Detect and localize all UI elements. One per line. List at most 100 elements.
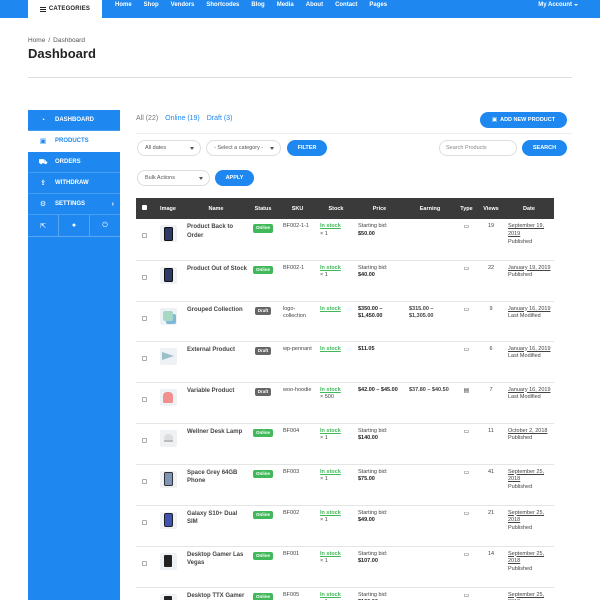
product-name-link[interactable]: Variable Product <box>187 388 234 394</box>
product-thumbnail[interactable] <box>159 225 177 242</box>
sidebar-item-products[interactable]: ▣ PRODUCTS <box>28 131 120 152</box>
nav-link-pages[interactable]: Pages <box>369 2 387 8</box>
row-checkbox[interactable] <box>142 274 147 280</box>
column-header-name: Name <box>183 198 249 219</box>
status-badge: Online <box>252 592 273 600</box>
sidebar-item-dashboard[interactable]: ◔ DASHBOARD <box>28 110 120 131</box>
date-filter-select[interactable]: All dates <box>137 140 201 156</box>
user-icon[interactable]: ● <box>59 215 90 236</box>
stock-status: In stock <box>320 345 341 352</box>
product-name-link[interactable]: Galaxy S10+ Dual SIM <box>187 511 237 526</box>
table-row[interactable]: Product Back to Order Online BF002-1-1 In s… <box>136 219 554 261</box>
row-checkbox[interactable] <box>142 519 147 525</box>
table-row[interactable]: Product Out of Stock Online BF002-1 In stoc… <box>136 260 554 302</box>
sidebar-item-settings[interactable]: ⚙ SETTINGS › <box>28 194 120 215</box>
sidebar-item-withdraw[interactable]: ⇪ WITHDRAW <box>28 173 120 194</box>
chevron-down-icon <box>270 147 274 150</box>
my-account-menu[interactable]: My Account <box>538 0 578 10</box>
nav-links: Home Shop Vendors Shortcodes Blog Media … <box>115 0 399 10</box>
product-name-link[interactable]: Desktop Gamer Las Vegas <box>187 552 243 567</box>
nav-link-about[interactable]: About <box>306 2 323 8</box>
product-price: $40.00 <box>358 272 375 279</box>
table-header-row: Image Name Status SKU Stock Price Earnin… <box>136 198 554 219</box>
table-row[interactable]: Wellner Desk Lamp Online BF004 In stock × 1 S… <box>136 423 554 465</box>
status-filter-links: All (22) Online (19) Draft (3) <box>136 115 237 122</box>
categories-button[interactable]: CATEGORIES <box>28 0 102 18</box>
sidebar-item-orders[interactable]: ⛟ ORDERS <box>28 152 120 173</box>
nav-link-shop[interactable]: Shop <box>144 2 159 8</box>
stock-status: In stock <box>320 468 341 475</box>
chevron-down-icon <box>190 147 194 150</box>
table-row[interactable]: Space Grey 64GB Phone Online BF003 In stock… <box>136 464 554 506</box>
stock-status: In stock <box>320 386 341 393</box>
product-name-link[interactable]: Grouped Collection <box>187 307 243 313</box>
row-checkbox[interactable] <box>142 396 147 402</box>
status-badge: Draft <box>254 306 272 316</box>
product-thumbnail[interactable] <box>159 266 177 284</box>
product-name-link[interactable]: Product Out of Stock <box>187 266 247 272</box>
product-name-link[interactable]: External Product <box>187 347 235 353</box>
briefcase-icon: ▣ <box>39 138 47 145</box>
product-sku: BF003 <box>283 468 300 475</box>
product-thumbnail[interactable] <box>159 470 177 488</box>
row-checkbox[interactable] <box>142 315 147 321</box>
power-icon[interactable]: ⏻ <box>90 215 120 236</box>
stock-quantity: × 500 <box>320 394 334 401</box>
external-link-icon[interactable]: ⇱ <box>28 215 59 236</box>
sidebar-item-label: WITHDRAW <box>55 180 89 186</box>
nav-link-vendors[interactable]: Vendors <box>171 2 195 8</box>
chevron-down-icon <box>199 177 203 180</box>
product-name-link[interactable]: Product Back to Order <box>187 224 233 239</box>
product-thumbnail[interactable] <box>159 511 177 529</box>
select-all-checkbox[interactable] <box>136 198 153 219</box>
nav-link-home[interactable]: Home <box>115 2 132 8</box>
row-checkbox[interactable] <box>142 233 147 238</box>
row-checkbox[interactable] <box>142 560 147 566</box>
nav-link-media[interactable]: Media <box>277 2 294 8</box>
bulk-actions-select[interactable]: Bulk Actions <box>137 170 210 186</box>
table-row[interactable]: Galaxy S10+ Dual SIM Online BF002 In stock ×… <box>136 505 554 547</box>
table-row[interactable]: Desktop TTX GamerOnlineBF005In stock× 1S… <box>136 587 554 600</box>
product-thumbnail[interactable] <box>159 307 177 325</box>
product-thumbnail[interactable] <box>159 388 177 406</box>
column-header-image: Image <box>153 198 183 219</box>
product-thumbnail[interactable] <box>159 552 177 570</box>
row-checkbox[interactable] <box>142 437 147 443</box>
product-sku: BF001 <box>283 550 300 557</box>
price-prefix: Starting bid: <box>358 509 388 516</box>
category-filter-select[interactable]: - Select a category - <box>206 140 281 156</box>
row-checkbox[interactable] <box>142 478 147 484</box>
product-thumbnail[interactable] <box>159 429 177 447</box>
nav-link-shortcodes[interactable]: Shortcodes <box>206 2 239 8</box>
table-row[interactable]: Grouped Collection Draft logo-collection In… <box>136 301 554 342</box>
product-type-icon: ▭ <box>463 346 470 353</box>
breadcrumb-home[interactable]: Home <box>28 37 45 44</box>
product-name-link[interactable]: Space Grey 64GB Phone <box>187 470 237 485</box>
filter-draft-link[interactable]: Draft (3) <box>207 115 233 122</box>
column-header-earning: Earning <box>405 198 455 219</box>
product-name-link[interactable]: Wellner Desk Lamp <box>187 429 242 435</box>
filter-button[interactable]: FILTER <box>287 140 327 156</box>
product-views: 14 <box>487 550 495 557</box>
stock-quantity: × 1 <box>320 517 328 524</box>
product-date: September 25, 2018 <box>508 591 545 600</box>
table-row[interactable]: External Product Draft wp-pennant In stock $… <box>136 341 554 383</box>
product-price: $350.00 – $1,450.00 <box>358 305 383 320</box>
column-header-sku: SKU <box>277 198 318 219</box>
product-thumbnail[interactable] <box>159 593 177 600</box>
filter-all-link[interactable]: All (22) <box>136 115 158 122</box>
search-button[interactable]: SEARCH <box>522 140 567 156</box>
table-row[interactable]: Variable Product Draft woo-hoodie In stock ×… <box>136 382 554 424</box>
search-input[interactable] <box>439 140 517 156</box>
price-prefix: Starting bid: <box>358 468 388 475</box>
product-price: $107.00 <box>358 558 378 565</box>
add-new-product-button[interactable]: ▣ ADD NEW PRODUCT <box>480 112 567 128</box>
nav-link-blog[interactable]: Blog <box>251 2 264 8</box>
table-row[interactable]: Desktop Gamer Las Vegas Online BF001 In sto… <box>136 546 554 588</box>
nav-link-contact[interactable]: Contact <box>335 2 357 8</box>
filter-online-link[interactable]: Online (19) <box>165 115 200 122</box>
product-name-link[interactable]: Desktop TTX Gamer <box>187 593 244 599</box>
product-thumbnail[interactable] <box>159 347 177 365</box>
apply-button[interactable]: APPLY <box>215 170 254 186</box>
row-checkbox[interactable] <box>142 355 147 361</box>
